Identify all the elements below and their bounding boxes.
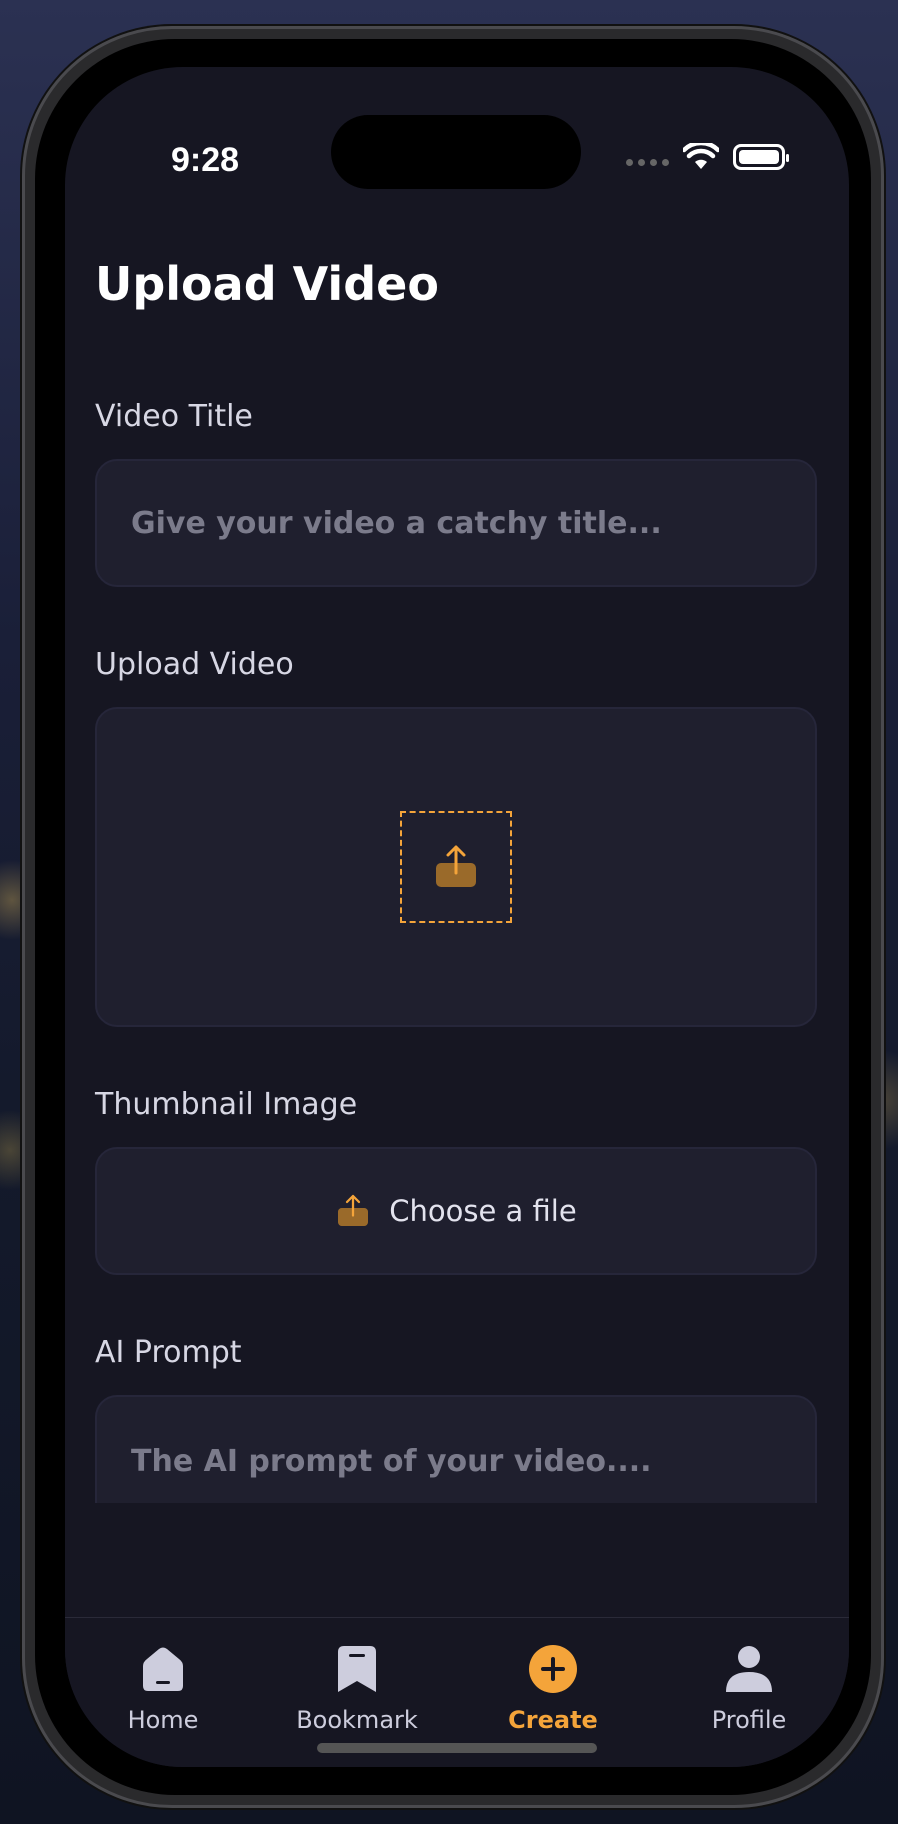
page-title: Upload Video: [95, 257, 439, 311]
upload-target[interactable]: [400, 811, 512, 923]
upload-icon: [436, 845, 476, 887]
upload-video-label: Upload Video: [95, 647, 294, 682]
tab-bookmark[interactable]: Bookmark: [267, 1644, 447, 1734]
home-icon: [143, 1647, 183, 1691]
home-indicator: [317, 1743, 597, 1753]
dynamic-island: [331, 115, 581, 189]
tab-create-label: Create: [508, 1706, 598, 1734]
tab-profile-label: Profile: [711, 1706, 787, 1734]
ai-prompt-label: AI Prompt: [95, 1335, 242, 1370]
tab-bookmark-label: Bookmark: [296, 1706, 418, 1734]
tab-create[interactable]: Create: [463, 1644, 643, 1734]
wifi-icon: [683, 143, 719, 169]
tab-home-label: Home: [127, 1706, 199, 1734]
status-icons: [626, 143, 789, 171]
cellular-signal-icon: [626, 158, 669, 166]
phone-frame: 9:28 Upload Video Video Title Upload Vid…: [22, 26, 884, 1808]
upload-video-dropzone[interactable]: [95, 707, 817, 1027]
app-screen: 9:28 Upload Video Video Title Upload Vid…: [65, 67, 849, 1767]
profile-icon: [726, 1646, 772, 1692]
choose-file-label: Choose a file: [389, 1194, 577, 1228]
video-title-field: [95, 459, 817, 587]
ai-prompt-field: [95, 1395, 817, 1503]
video-title-input[interactable]: [97, 461, 815, 585]
ai-prompt-input[interactable]: [97, 1397, 815, 1503]
thumbnail-label: Thumbnail Image: [95, 1087, 358, 1122]
video-title-label: Video Title: [95, 399, 253, 434]
choose-file-button[interactable]: Choose a file: [95, 1147, 817, 1275]
tab-profile[interactable]: Profile: [659, 1644, 839, 1734]
plus-icon: [529, 1645, 577, 1693]
upload-icon: [338, 1194, 369, 1226]
status-time: 9:28: [171, 141, 240, 179]
tab-home[interactable]: Home: [73, 1644, 253, 1734]
bookmark-icon: [338, 1646, 376, 1692]
battery-icon: [733, 144, 789, 170]
